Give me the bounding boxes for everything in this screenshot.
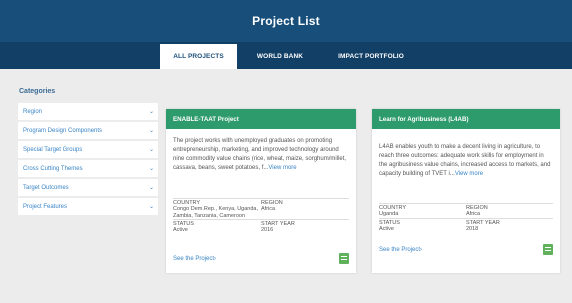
category-cross-cutting-themes[interactable]: Cross Cutting Themes ⌄ — [18, 160, 158, 177]
category-program-design-components[interactable]: Program Design Components ⌄ — [18, 122, 158, 139]
page-title: Project List — [252, 14, 320, 28]
tab-impact-portfolio[interactable]: IMPACT PORTFOLIO — [323, 44, 419, 69]
country-value: Congo Dem.Rep., Kenya, Uganda, Zambia, T… — [173, 206, 258, 219]
chevron-down-icon: ⌄ — [148, 109, 154, 115]
meta-row-status: STATUS Active START YEAR 2018 — [379, 217, 553, 233]
meta-row-location: COUNTRY Congo Dem.Rep., Kenya, Uganda, Z… — [173, 198, 349, 219]
project-card: Learn for Agribusiness (L4AB) L4AB enabl… — [372, 109, 560, 273]
top-header: Project List — [0, 0, 572, 42]
project-meta: COUNTRY Uganda REGION Africa STATUS Acti… — [379, 203, 553, 232]
category-label: Cross Cutting Themes — [23, 165, 83, 172]
meta-status: STATUS Active — [379, 220, 466, 233]
region-value: Africa — [466, 211, 481, 218]
country-value: Uganda — [379, 211, 399, 218]
category-target-outcomes[interactable]: Target Outcomes ⌄ — [18, 179, 158, 196]
tab-bar: ALL PROJECTS WORLD BANK IMPACT PORTFOLIO — [0, 42, 572, 69]
category-label: Target Outcomes — [23, 184, 69, 191]
tab-world-bank[interactable]: WORLD BANK — [240, 44, 320, 69]
meta-row-location: COUNTRY Uganda REGION Africa — [379, 203, 553, 218]
meta-status: STATUS Active — [173, 221, 261, 234]
project-description: The project works with unemployed gradua… — [173, 137, 349, 173]
project-card-body: L4AB enables youth to make a decent livi… — [372, 129, 560, 273]
categories-title: Categories — [19, 88, 56, 95]
status-value: Active — [173, 227, 188, 234]
region-value: Africa — [261, 206, 276, 213]
meta-start-year: START YEAR 2018 — [466, 220, 553, 233]
project-card-body: The project works with unemployed gradua… — [166, 129, 356, 273]
category-project-features[interactable]: Project Features ⌄ — [18, 198, 158, 215]
categories-sidebar: Categories Region ⌄ Program Design Compo… — [18, 88, 158, 217]
document-icon[interactable] — [339, 253, 349, 264]
see-project-link[interactable]: See the Project› — [173, 256, 216, 262]
project-description: L4AB enables youth to make a decent livi… — [379, 137, 553, 179]
meta-start-year: START YEAR 2016 — [261, 221, 349, 234]
view-more-link[interactable]: View more — [455, 171, 483, 177]
category-label: Project Features — [23, 203, 68, 210]
project-card: ENABLE-TAAT Project The project works wi… — [166, 109, 356, 273]
chevron-down-icon: ⌄ — [148, 166, 154, 172]
tab-all-projects[interactable]: ALL PROJECTS — [160, 44, 237, 69]
project-meta: COUNTRY Congo Dem.Rep., Kenya, Uganda, Z… — [173, 198, 349, 233]
chevron-down-icon: ⌄ — [148, 204, 154, 210]
meta-region: REGION Africa — [261, 200, 349, 219]
project-card-title[interactable]: ENABLE-TAAT Project — [166, 109, 356, 129]
category-label: Special Target Groups — [23, 146, 83, 153]
chevron-down-icon: ⌄ — [148, 128, 154, 134]
meta-region: REGION Africa — [466, 205, 553, 218]
start-year-value: 2016 — [261, 227, 274, 234]
category-label: Program Design Components — [23, 127, 103, 134]
view-more-link[interactable]: View more — [268, 165, 296, 171]
category-region[interactable]: Region ⌄ — [18, 103, 158, 120]
document-icon[interactable] — [543, 244, 553, 255]
chevron-down-icon: ⌄ — [148, 185, 154, 191]
category-special-target-groups[interactable]: Special Target Groups ⌄ — [18, 141, 158, 158]
project-card-title[interactable]: Learn for Agribusiness (L4AB) — [372, 109, 560, 129]
see-project-link[interactable]: See the Project› — [379, 247, 422, 253]
meta-row-status: STATUS Active START YEAR 2016 — [173, 218, 349, 234]
category-label: Region — [23, 108, 43, 115]
meta-country: COUNTRY Congo Dem.Rep., Kenya, Uganda, Z… — [173, 200, 261, 219]
chevron-down-icon: ⌄ — [148, 147, 154, 153]
status-value: Active — [379, 225, 394, 232]
project-description-text: The project works with unemployed gradua… — [173, 138, 347, 171]
meta-country: COUNTRY Uganda — [379, 205, 466, 218]
start-year-value: 2018 — [466, 225, 479, 232]
